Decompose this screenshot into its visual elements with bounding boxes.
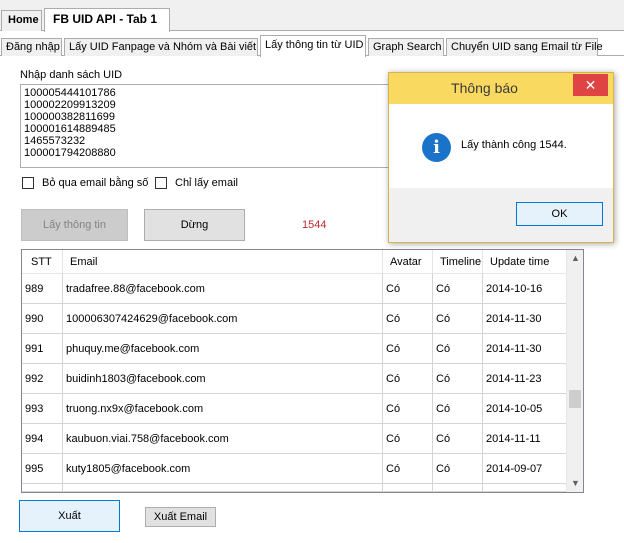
cell-email: tradafree.88@facebook.com bbox=[63, 274, 383, 304]
cell-update-time: 2014-11-11 bbox=[483, 424, 567, 454]
cell-avatar: Có bbox=[383, 274, 433, 304]
export-button[interactable]: Xuất bbox=[19, 500, 120, 532]
dialog-body: i Lấy thành công 1544. bbox=[389, 104, 613, 188]
skip-digit-email-label: Bỏ qua email bằng số bbox=[42, 177, 149, 189]
cell-timeline: Có bbox=[433, 394, 483, 424]
tab-lay-thong-tin[interactable]: Lấy thông tin từ UID bbox=[260, 35, 366, 57]
result-count: 1544 bbox=[302, 219, 327, 231]
cell-email: kaubuon.viai.758@facebook.com bbox=[63, 424, 383, 454]
cell-avatar: Có bbox=[383, 334, 433, 364]
cell-update-time: 2014-10-16 bbox=[483, 274, 567, 304]
tab-dang-nhap[interactable]: Đăng nhập bbox=[1, 38, 62, 56]
scroll-thumb[interactable] bbox=[569, 390, 581, 408]
cell-update-time: 2014-11-30 bbox=[483, 334, 567, 364]
table-row[interactable]: 992 buidinh1803@facebook.com Có Có 2014-… bbox=[22, 364, 567, 394]
skip-digit-email-checkbox[interactable]: Bỏ qua email bằng số bbox=[22, 177, 148, 189]
get-info-button[interactable]: Lấy thông tin bbox=[21, 209, 128, 241]
cell-stt: 991 bbox=[22, 334, 63, 364]
cell-stt: 989 bbox=[22, 274, 63, 304]
cell-stt: 994 bbox=[22, 424, 63, 454]
scroll-down-icon[interactable]: ▼ bbox=[567, 475, 583, 492]
cell-timeline: Có bbox=[433, 424, 483, 454]
table-row[interactable]: 995 kuty1805@facebook.com Có Có 2014-09-… bbox=[22, 454, 567, 484]
cell-timeline: Có bbox=[433, 364, 483, 394]
stop-button[interactable]: Dừng bbox=[144, 209, 245, 241]
column-header-email[interactable]: Email bbox=[63, 250, 383, 274]
cell-avatar: Có bbox=[383, 304, 433, 334]
cell-stt bbox=[22, 484, 63, 492]
tab-fb-uid-api[interactable]: FB UID API - Tab 1 bbox=[44, 8, 170, 32]
dialog-message: Lấy thành công 1544. bbox=[461, 139, 567, 151]
cell-update-time: 2014-10-05 bbox=[483, 394, 567, 424]
cell-email: kuty1805@facebook.com bbox=[63, 454, 383, 484]
table-row[interactable]: 989 tradafree.88@facebook.com Có Có 2014… bbox=[22, 274, 567, 304]
cell-update-time bbox=[483, 484, 567, 492]
message-dialog: Thông báo ✕ i Lấy thành công 1544. OK bbox=[388, 72, 614, 243]
column-header-avatar[interactable]: Avatar bbox=[383, 250, 433, 274]
cell-email: phuquy.me@facebook.com bbox=[63, 334, 383, 364]
cell-stt: 990 bbox=[22, 304, 63, 334]
cell-timeline: Có bbox=[433, 334, 483, 364]
dialog-title-bar[interactable]: Thông báo ✕ bbox=[389, 73, 613, 104]
table-row[interactable]: 991 phuquy.me@facebook.com Có Có 2014-11… bbox=[22, 334, 567, 364]
tab-chuyen-uid-email[interactable]: Chuyển UID sang Email từ File bbox=[446, 38, 603, 56]
table-row[interactable]: 994 kaubuon.viai.758@facebook.com Có Có … bbox=[22, 424, 567, 454]
email-only-checkbox[interactable]: Chỉ lấy email bbox=[155, 177, 238, 189]
cell-email bbox=[63, 484, 383, 492]
uid-line: 100002209913209 bbox=[24, 99, 116, 111]
uid-line: 100000382811699 bbox=[24, 111, 115, 123]
tab-lay-uid-fanpage[interactable]: Lấy UID Fanpage và Nhóm và Bài viết bbox=[64, 38, 258, 56]
cell-update-time: 2014-11-23 bbox=[483, 364, 567, 394]
column-header-stt[interactable]: STT bbox=[22, 250, 63, 274]
cell-avatar bbox=[383, 484, 433, 492]
uid-line: 100005444101786 bbox=[24, 87, 116, 99]
column-header-update-time[interactable]: Update time bbox=[483, 250, 567, 274]
export-email-button[interactable]: Xuất Email bbox=[145, 507, 216, 527]
cell-stt: 992 bbox=[22, 364, 63, 394]
inner-tab-strip: Đăng nhập Lấy UID Fanpage và Nhóm và Bài… bbox=[0, 35, 624, 57]
email-only-label: Chỉ lấy email bbox=[175, 177, 238, 189]
uid-line: 100001794208880 bbox=[24, 147, 116, 159]
dialog-title: Thông báo bbox=[451, 80, 518, 96]
table-row[interactable]: 993 truong.nx9x@facebook.com Có Có 2014-… bbox=[22, 394, 567, 424]
top-tab-strip: Home FB UID API - Tab 1 bbox=[0, 0, 624, 32]
cell-avatar: Có bbox=[383, 364, 433, 394]
table-row[interactable]: 990 100006307424629@facebook.com Có Có 2… bbox=[22, 304, 567, 334]
cell-stt: 993 bbox=[22, 394, 63, 424]
cell-email: buidinh1803@facebook.com bbox=[63, 364, 383, 394]
grid-rows: 989 tradafree.88@facebook.com Có Có 2014… bbox=[22, 274, 567, 492]
cell-timeline: Có bbox=[433, 274, 483, 304]
cell-update-time: 2014-11-30 bbox=[483, 304, 567, 334]
close-icon[interactable]: ✕ bbox=[573, 74, 608, 96]
uid-line: 1465573232 bbox=[24, 135, 86, 147]
uid-line: 100001614889485 bbox=[24, 123, 116, 135]
checkbox-square[interactable] bbox=[155, 177, 167, 189]
uid-list-textarea[interactable]: 100005444101786 100002209913209 10000038… bbox=[20, 84, 398, 168]
cell-avatar: Có bbox=[383, 424, 433, 454]
cell-timeline: Có bbox=[433, 304, 483, 334]
scroll-up-icon[interactable]: ▲ bbox=[567, 250, 583, 267]
cell-timeline bbox=[433, 484, 483, 492]
cell-email: 100006307424629@facebook.com bbox=[63, 304, 383, 334]
cell-avatar: Có bbox=[383, 394, 433, 424]
grid-vertical-scrollbar[interactable]: ▲ ▼ bbox=[566, 250, 583, 492]
uid-list-label: Nhập danh sách UID bbox=[20, 69, 123, 81]
ok-button[interactable]: OK bbox=[516, 202, 603, 226]
table-row-partial bbox=[22, 484, 567, 492]
grid-header: STT Email Avatar Timeline Update time bbox=[22, 250, 567, 274]
column-header-timeline[interactable]: Timeline bbox=[433, 250, 483, 274]
tab-home[interactable]: Home bbox=[1, 10, 42, 31]
cell-timeline: Có bbox=[433, 454, 483, 484]
tab-graph-search[interactable]: Graph Search bbox=[368, 38, 444, 56]
cell-stt: 995 bbox=[22, 454, 63, 484]
results-grid[interactable]: STT Email Avatar Timeline Update time 98… bbox=[21, 249, 584, 493]
checkbox-square[interactable] bbox=[22, 177, 34, 189]
dialog-footer: OK bbox=[389, 188, 613, 242]
info-icon: i bbox=[422, 133, 451, 162]
cell-avatar: Có bbox=[383, 454, 433, 484]
cell-email: truong.nx9x@facebook.com bbox=[63, 394, 383, 424]
cell-update-time: 2014-09-07 bbox=[483, 454, 567, 484]
